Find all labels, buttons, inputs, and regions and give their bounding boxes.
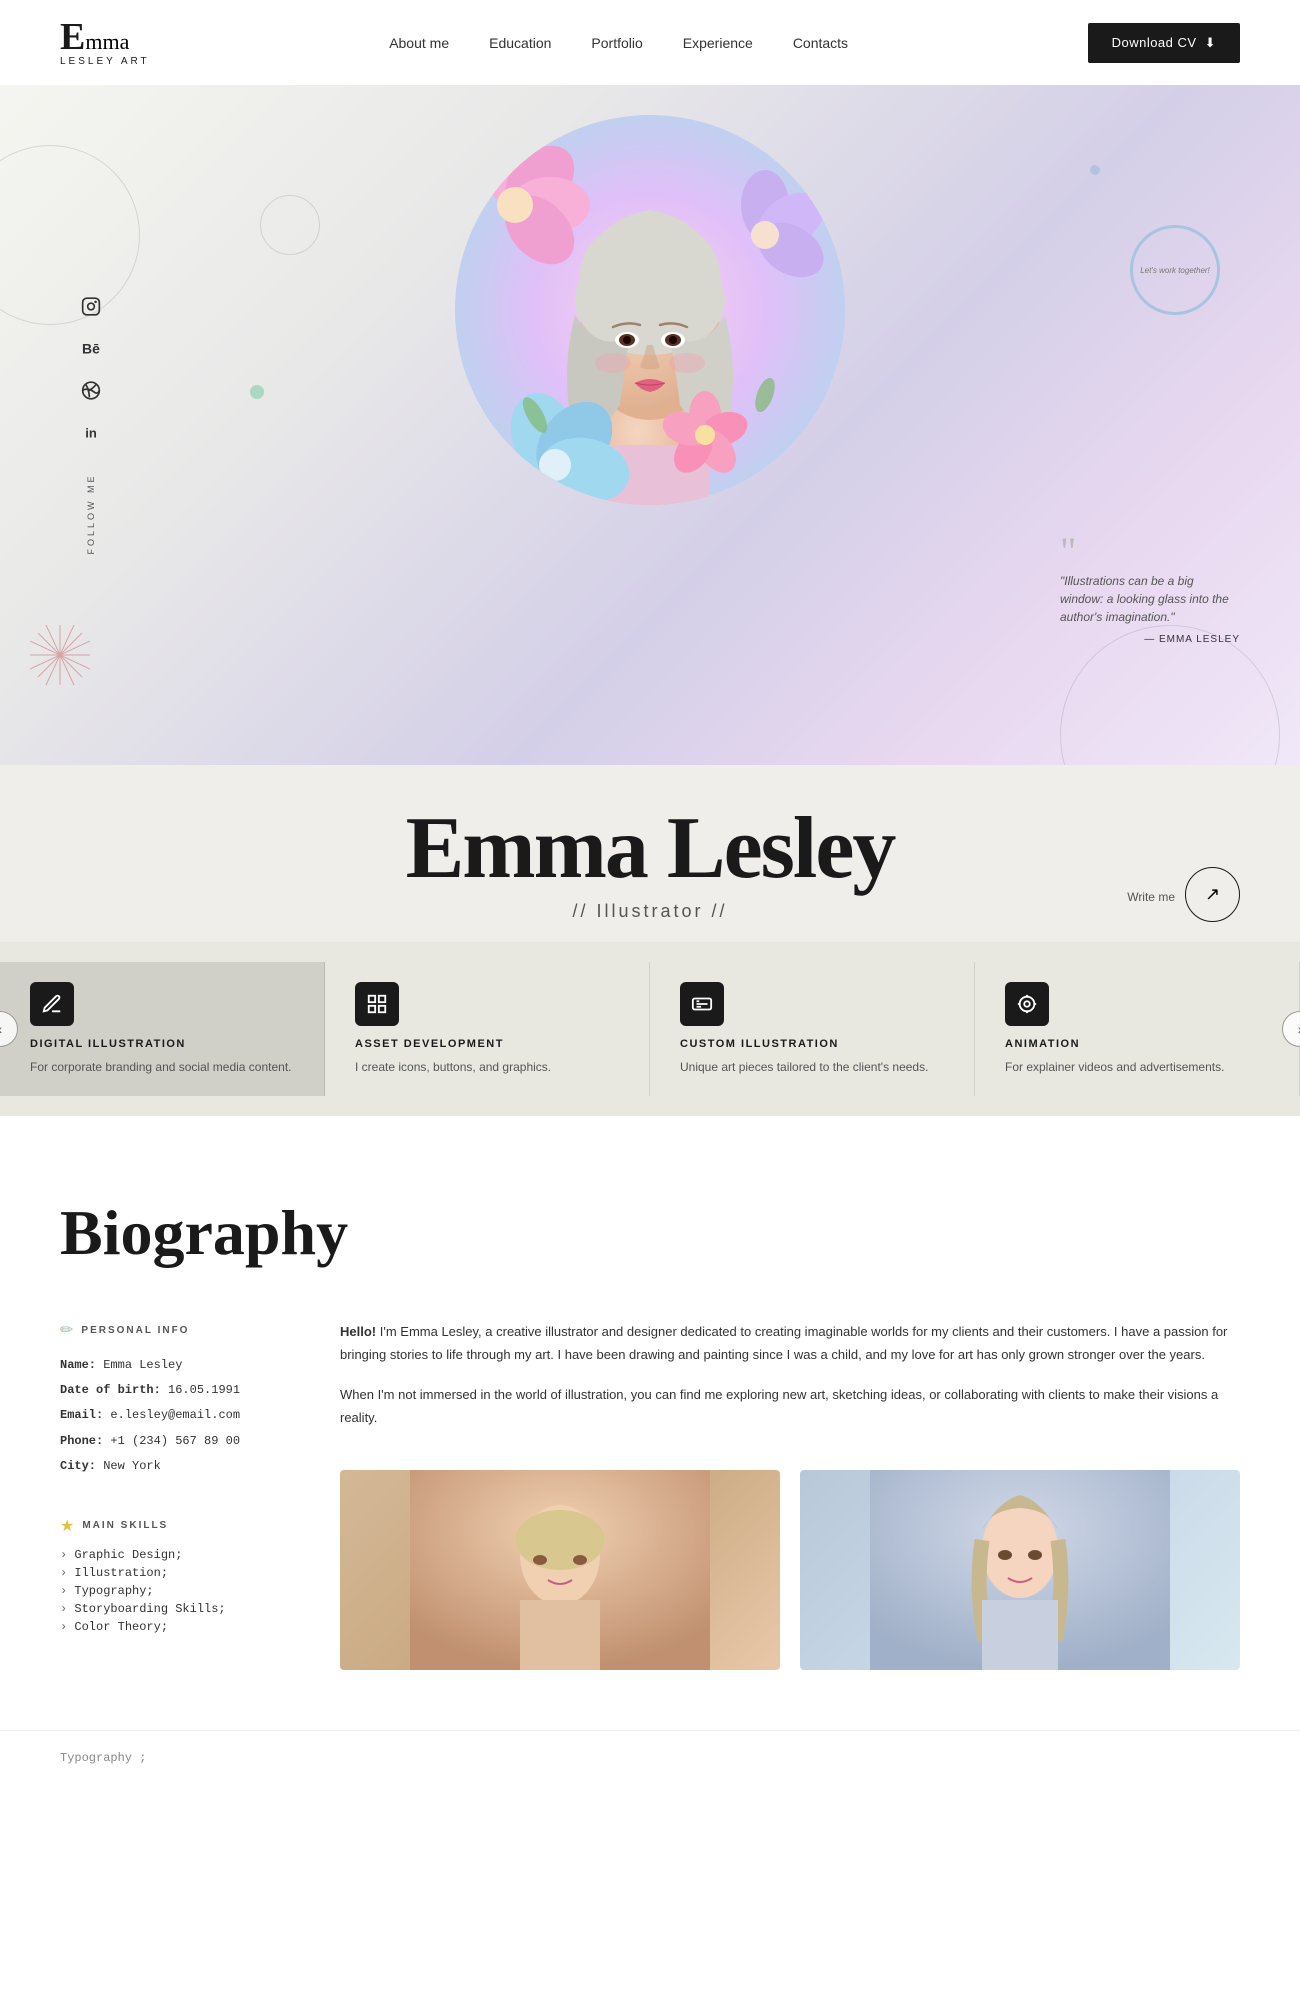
- bio-paragraph-1: Hello! I'm Emma Lesley, a creative illus…: [340, 1320, 1240, 1367]
- dribbble-icon[interactable]: [80, 379, 102, 401]
- bio-image-1: [340, 1470, 780, 1670]
- skill-4: Color Theory;: [60, 1620, 280, 1634]
- instagram-icon[interactable]: [80, 295, 102, 317]
- service-desc-3: For explainer videos and advertisements.: [1005, 1058, 1269, 1076]
- deco-dot-2: [1090, 165, 1100, 175]
- info-name: Name: Emma Lesley: [60, 1356, 280, 1375]
- deco-circle-2: [1060, 625, 1280, 765]
- service-title-1: ASSET DEVELOPMENT: [355, 1038, 619, 1050]
- deco-circle-3: [260, 195, 320, 255]
- service-title-0: DIGITAL ILLUSTRATION: [30, 1038, 294, 1050]
- behance-icon[interactable]: Bē: [80, 337, 102, 359]
- bio-paragraph-2: When I'm not immersed in the world of il…: [340, 1383, 1240, 1430]
- skills-header: ★ MAIN SKILLS: [60, 1516, 280, 1536]
- nav-links: About me Education Portfolio Experience …: [389, 35, 848, 51]
- service-desc-1: I create icons, buttons, and graphics.: [355, 1058, 619, 1076]
- info-email: Email: e.lesley@email.com: [60, 1406, 280, 1425]
- quote-text: "Illustrations can be a big window: a lo…: [1060, 572, 1240, 626]
- bio-image-2: [800, 1470, 1240, 1670]
- hero-quote: " "Illustrations can be a big window: a …: [1060, 532, 1240, 645]
- lets-work-text: Let's work together!: [1140, 266, 1210, 275]
- nav-education[interactable]: Education: [489, 35, 551, 51]
- quote-mark: ": [1060, 532, 1240, 572]
- follow-me-label: FOLLOW ME: [86, 473, 96, 554]
- skills-label: MAIN SKILLS: [82, 1520, 168, 1531]
- bio-left-column: ✏ PERSONAL INFO Name: Emma Lesley Date o…: [60, 1320, 280, 1670]
- name-section: Emma Lesley // Illustrator // Write me ↗: [0, 765, 1300, 942]
- service-card-2: CUSTOM ILLUSTRATION Unique art pieces ta…: [650, 962, 975, 1096]
- navigation: E mma LESLEY ART About me Education Port…: [0, 0, 1300, 85]
- skill-3: Storyboarding Skills;: [60, 1602, 280, 1616]
- nav-about[interactable]: About me: [389, 35, 449, 51]
- deco-circle-1: [0, 145, 140, 325]
- deco-dot-1: [250, 385, 264, 399]
- download-icon: ⬇: [1205, 35, 1216, 51]
- main-skills-section: ★ MAIN SKILLS Graphic Design; Illustrati…: [60, 1516, 280, 1634]
- linkedin-icon[interactable]: in: [80, 421, 102, 443]
- footer-typography-note: Typography ;: [0, 1730, 1300, 1785]
- service-desc-2: Unique art pieces tailored to the client…: [680, 1058, 944, 1076]
- skill-1: Illustration;: [60, 1566, 280, 1580]
- bio-layout: ✏ PERSONAL INFO Name: Emma Lesley Date o…: [60, 1320, 1240, 1670]
- write-me-button[interactable]: ↗: [1185, 867, 1240, 922]
- social-sidebar: Bē in FOLLOW ME: [80, 295, 102, 554]
- service-card-1: ASSET DEVELOPMENT I create icons, button…: [325, 962, 650, 1096]
- skill-2: Typography;: [60, 1584, 280, 1598]
- info-phone: Phone: +1 (234) 567 89 00: [60, 1432, 280, 1451]
- logo-name: mma: [85, 29, 129, 55]
- logo[interactable]: E mma LESLEY ART: [60, 18, 150, 67]
- personal-info-header: ✏ PERSONAL INFO: [60, 1320, 280, 1340]
- hero-section: Bē in FOLLOW ME Let's work together! " "…: [0, 85, 1300, 765]
- logo-sub: LESLEY ART: [60, 56, 150, 67]
- lets-work-circle[interactable]: Let's work together!: [1130, 225, 1220, 315]
- service-card-3: ANIMATION For explainer videos and adver…: [975, 962, 1300, 1096]
- service-icon-3: [1005, 982, 1049, 1026]
- service-icon-0: [30, 982, 74, 1026]
- info-dob: Date of birth: 16.05.1991: [60, 1381, 280, 1400]
- service-icon-1: [355, 982, 399, 1026]
- logo-letter: E: [60, 18, 85, 56]
- service-desc-0: For corporate branding and social media …: [30, 1058, 294, 1076]
- biography-section: Biography ✏ PERSONAL INFO Name: Emma Les…: [0, 1116, 1300, 1730]
- write-me-label: Write me: [1127, 890, 1175, 904]
- star-icon: ★: [60, 1516, 74, 1536]
- skill-0: Graphic Design;: [60, 1548, 280, 1562]
- pencil-icon: ✏: [60, 1320, 73, 1340]
- service-card-0: DIGITAL ILLUSTRATION For corporate brand…: [0, 962, 325, 1096]
- services-strip: ‹ DIGITAL ILLUSTRATION For corporate bra…: [0, 942, 1300, 1116]
- personal-info-label: PERSONAL INFO: [81, 1325, 189, 1336]
- info-city: City: New York: [60, 1457, 280, 1476]
- service-title-3: ANIMATION: [1005, 1038, 1269, 1050]
- hero-portrait: [440, 115, 860, 695]
- download-cv-button[interactable]: Download CV ⬇: [1088, 23, 1240, 63]
- nav-portfolio[interactable]: Portfolio: [591, 35, 642, 51]
- service-icon-2: [680, 982, 724, 1026]
- starburst-deco: [30, 625, 90, 685]
- bio-images-row: [340, 1470, 1240, 1670]
- bio-right-column: Hello! I'm Emma Lesley, a creative illus…: [340, 1320, 1240, 1670]
- nav-experience[interactable]: Experience: [683, 35, 753, 51]
- service-title-2: CUSTOM ILLUSTRATION: [680, 1038, 944, 1050]
- biography-heading: Biography: [60, 1196, 1240, 1270]
- nav-contacts[interactable]: Contacts: [793, 35, 848, 51]
- hero-name: Emma Lesley: [60, 805, 1240, 893]
- quote-author: — EMMA LESLEY: [1060, 634, 1240, 645]
- hero-title: // Illustrator //: [60, 901, 1240, 942]
